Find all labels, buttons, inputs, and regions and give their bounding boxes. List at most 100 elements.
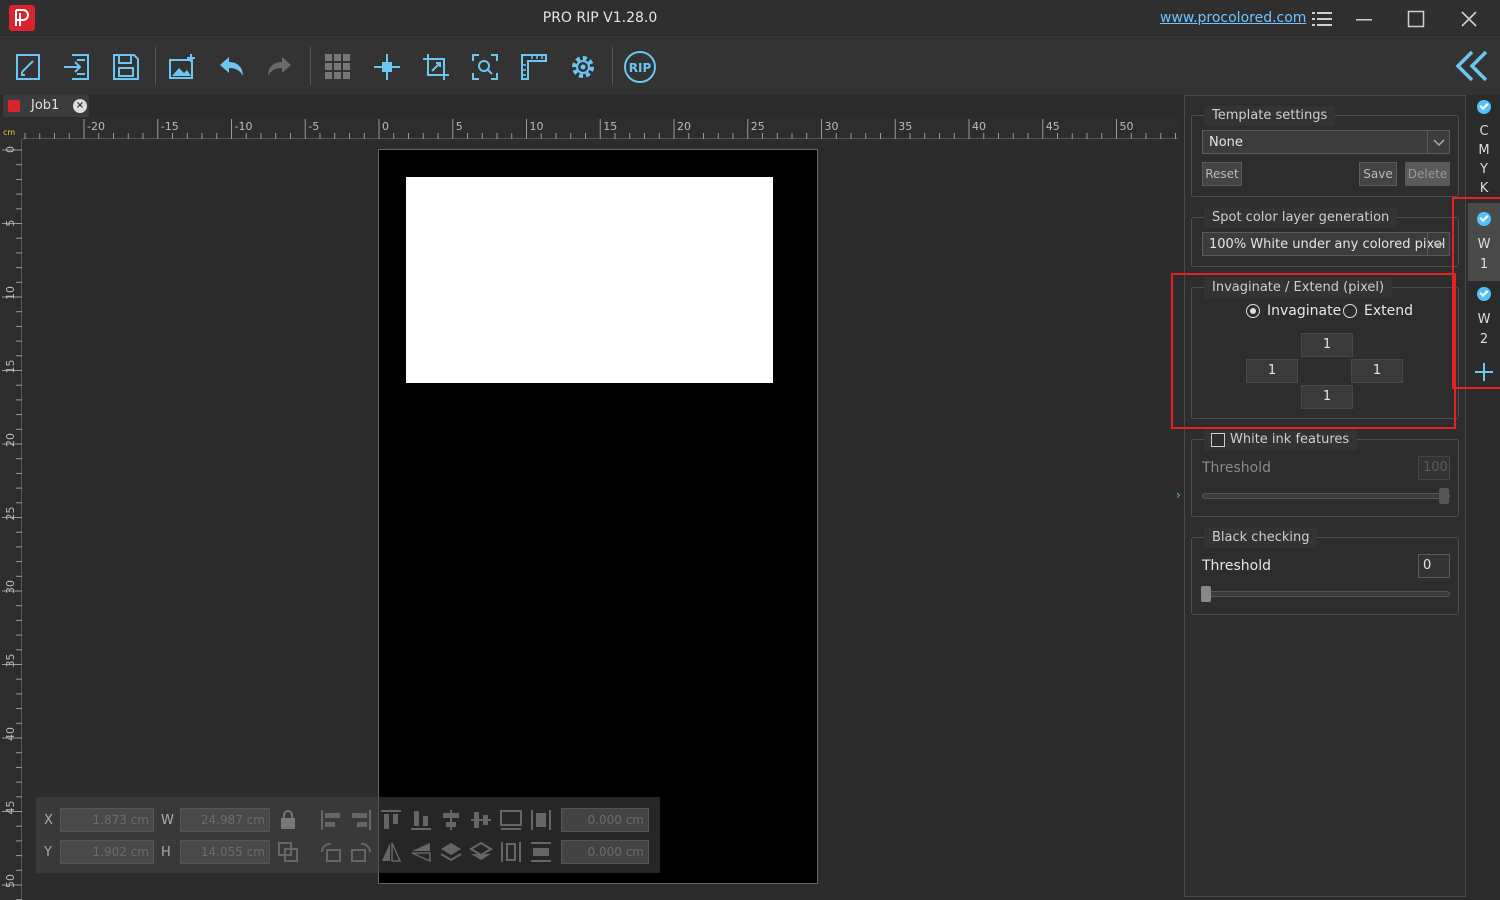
- x-label: X: [44, 813, 53, 828]
- w2-check-icon[interactable]: [1477, 287, 1491, 301]
- flip-vertical-icon[interactable]: [409, 840, 433, 864]
- canvas-area[interactable]: [22, 139, 1178, 900]
- save-button[interactable]: Save: [1359, 162, 1397, 186]
- ruler-v-label: 20: [4, 433, 17, 447]
- horizontal-ruler: -20 -15 -10 -5 0 5 10 15 20 25 30 35 40 45 50: [22, 117, 1178, 139]
- invaginate-radio[interactable]: [1246, 304, 1260, 318]
- toolbar-separator: [310, 47, 311, 85]
- offset-input-1[interactable]: 0.000 cm: [561, 808, 649, 832]
- menu-icon[interactable]: [1308, 5, 1336, 33]
- collapse-panel-icon[interactable]: [1452, 48, 1492, 84]
- align-top-icon[interactable]: [379, 808, 403, 832]
- tab-close-icon[interactable]: ×: [73, 99, 87, 113]
- pixel-right-input[interactable]: 1: [1351, 359, 1403, 383]
- channel-w1-letter: W: [1477, 237, 1491, 252]
- ruler-icon[interactable]: [514, 47, 554, 87]
- distribute-icon[interactable]: [529, 808, 553, 832]
- rotate-right-icon[interactable]: [349, 840, 373, 864]
- zoom-fit-icon[interactable]: [465, 47, 505, 87]
- y-input[interactable]: 1.902 cm: [60, 840, 154, 864]
- rip-icon[interactable]: RIP: [620, 47, 660, 87]
- cmyk-check-icon[interactable]: [1477, 100, 1491, 114]
- minimize-icon[interactable]: [1350, 5, 1378, 33]
- window-title: PRO RIP V1.28.0: [542, 10, 658, 26]
- fit-page-icon[interactable]: [499, 808, 523, 832]
- save-icon[interactable]: [106, 47, 146, 87]
- pixel-top-input[interactable]: 1: [1301, 333, 1353, 357]
- align-left-icon[interactable]: [319, 808, 343, 832]
- chevron-down-icon: [1427, 233, 1449, 255]
- flip-horizontal-icon[interactable]: [379, 840, 403, 864]
- delete-button[interactable]: Delete: [1405, 162, 1450, 186]
- h-input[interactable]: 14.055 cm: [180, 840, 270, 864]
- x-input[interactable]: 1.873 cm: [60, 808, 154, 832]
- settings-icon[interactable]: [563, 47, 603, 87]
- black-checking-title: Black checking: [1204, 528, 1318, 548]
- job-icon: [8, 100, 20, 112]
- ruler-v-label: 30: [4, 580, 17, 594]
- align-center-v-icon[interactable]: [469, 808, 493, 832]
- toolbar: RIP: [0, 39, 1500, 95]
- duplicate-icon[interactable]: [276, 840, 300, 864]
- import-icon[interactable]: [57, 47, 97, 87]
- redo-icon[interactable]: [260, 47, 300, 87]
- crop-icon[interactable]: [416, 47, 456, 87]
- template-select[interactable]: None: [1202, 130, 1450, 154]
- send-back-icon[interactable]: [469, 840, 493, 864]
- black-threshold-input[interactable]: 0: [1418, 554, 1450, 578]
- ruler-h-label: 10: [530, 120, 544, 133]
- new-job-icon[interactable]: [8, 47, 48, 87]
- align-right-icon[interactable]: [349, 808, 373, 832]
- ruler-h-label: 5: [456, 120, 463, 133]
- slider-thumb[interactable]: [1439, 488, 1449, 504]
- undo-icon[interactable]: [211, 47, 251, 87]
- lock-icon[interactable]: [276, 808, 300, 832]
- ruler-v-label: 5: [4, 220, 17, 227]
- rotate-left-icon[interactable]: [319, 840, 343, 864]
- ruler-h-label: 20: [677, 120, 691, 133]
- toolbar-separator: [155, 47, 156, 85]
- toolbar-separator: [612, 47, 613, 85]
- slider-thumb[interactable]: [1201, 586, 1211, 602]
- template-settings-title: Template settings: [1204, 106, 1336, 126]
- expand-arrow-icon[interactable]: ›: [1176, 488, 1181, 502]
- template-settings-group: Template settings None Reset Save Delete: [1191, 106, 1459, 197]
- add-image-icon[interactable]: [162, 47, 202, 87]
- ruler-v-label: 40: [4, 727, 17, 741]
- channel-w1-number: 1: [1479, 257, 1489, 272]
- ruler-h-label: -20: [87, 120, 105, 133]
- rip-label: RIP: [629, 61, 652, 75]
- plus-icon[interactable]: [1472, 360, 1496, 384]
- extend-radio[interactable]: [1343, 304, 1357, 318]
- tab-job1[interactable]: Job1 ×: [3, 95, 89, 117]
- center-icon[interactable]: [367, 47, 407, 87]
- ruler-h-label: 30: [825, 120, 839, 133]
- spot-color-select[interactable]: 100% White under any colored pixel: [1202, 232, 1450, 256]
- print-page: [378, 149, 818, 884]
- close-icon[interactable]: [1455, 5, 1483, 33]
- align-center-h-icon[interactable]: [439, 808, 463, 832]
- pixel-left-input[interactable]: 1: [1246, 359, 1298, 383]
- align-bottom-icon[interactable]: [409, 808, 433, 832]
- maximize-icon[interactable]: [1402, 5, 1430, 33]
- ruler-v-label: 25: [4, 507, 17, 521]
- white-threshold-input[interactable]: 100: [1418, 456, 1450, 480]
- black-threshold-slider[interactable]: [1201, 586, 1450, 602]
- w-input[interactable]: 24.987 cm: [180, 808, 270, 832]
- white-threshold-slider[interactable]: [1202, 488, 1450, 504]
- website-link[interactable]: www.procolored.com: [1160, 10, 1306, 26]
- pixel-bottom-input[interactable]: 1: [1301, 385, 1353, 409]
- space-horizontal-icon[interactable]: [499, 840, 523, 864]
- w1-check-icon[interactable]: [1477, 212, 1491, 226]
- channel-k: K: [1479, 181, 1489, 196]
- channel-w2-letter: W: [1477, 312, 1491, 327]
- white-ink-checkbox[interactable]: [1211, 433, 1225, 447]
- invaginate-group: Invaginate / Extend (pixel) Invaginate E…: [1191, 278, 1459, 419]
- ruler-v-label: 35: [4, 654, 17, 668]
- bring-front-icon[interactable]: [439, 840, 463, 864]
- image-object[interactable]: [406, 177, 773, 383]
- reset-button[interactable]: Reset: [1202, 162, 1242, 186]
- space-vertical-icon[interactable]: [529, 840, 553, 864]
- grid-icon[interactable]: [318, 47, 358, 87]
- offset-input-2[interactable]: 0.000 cm: [561, 840, 649, 864]
